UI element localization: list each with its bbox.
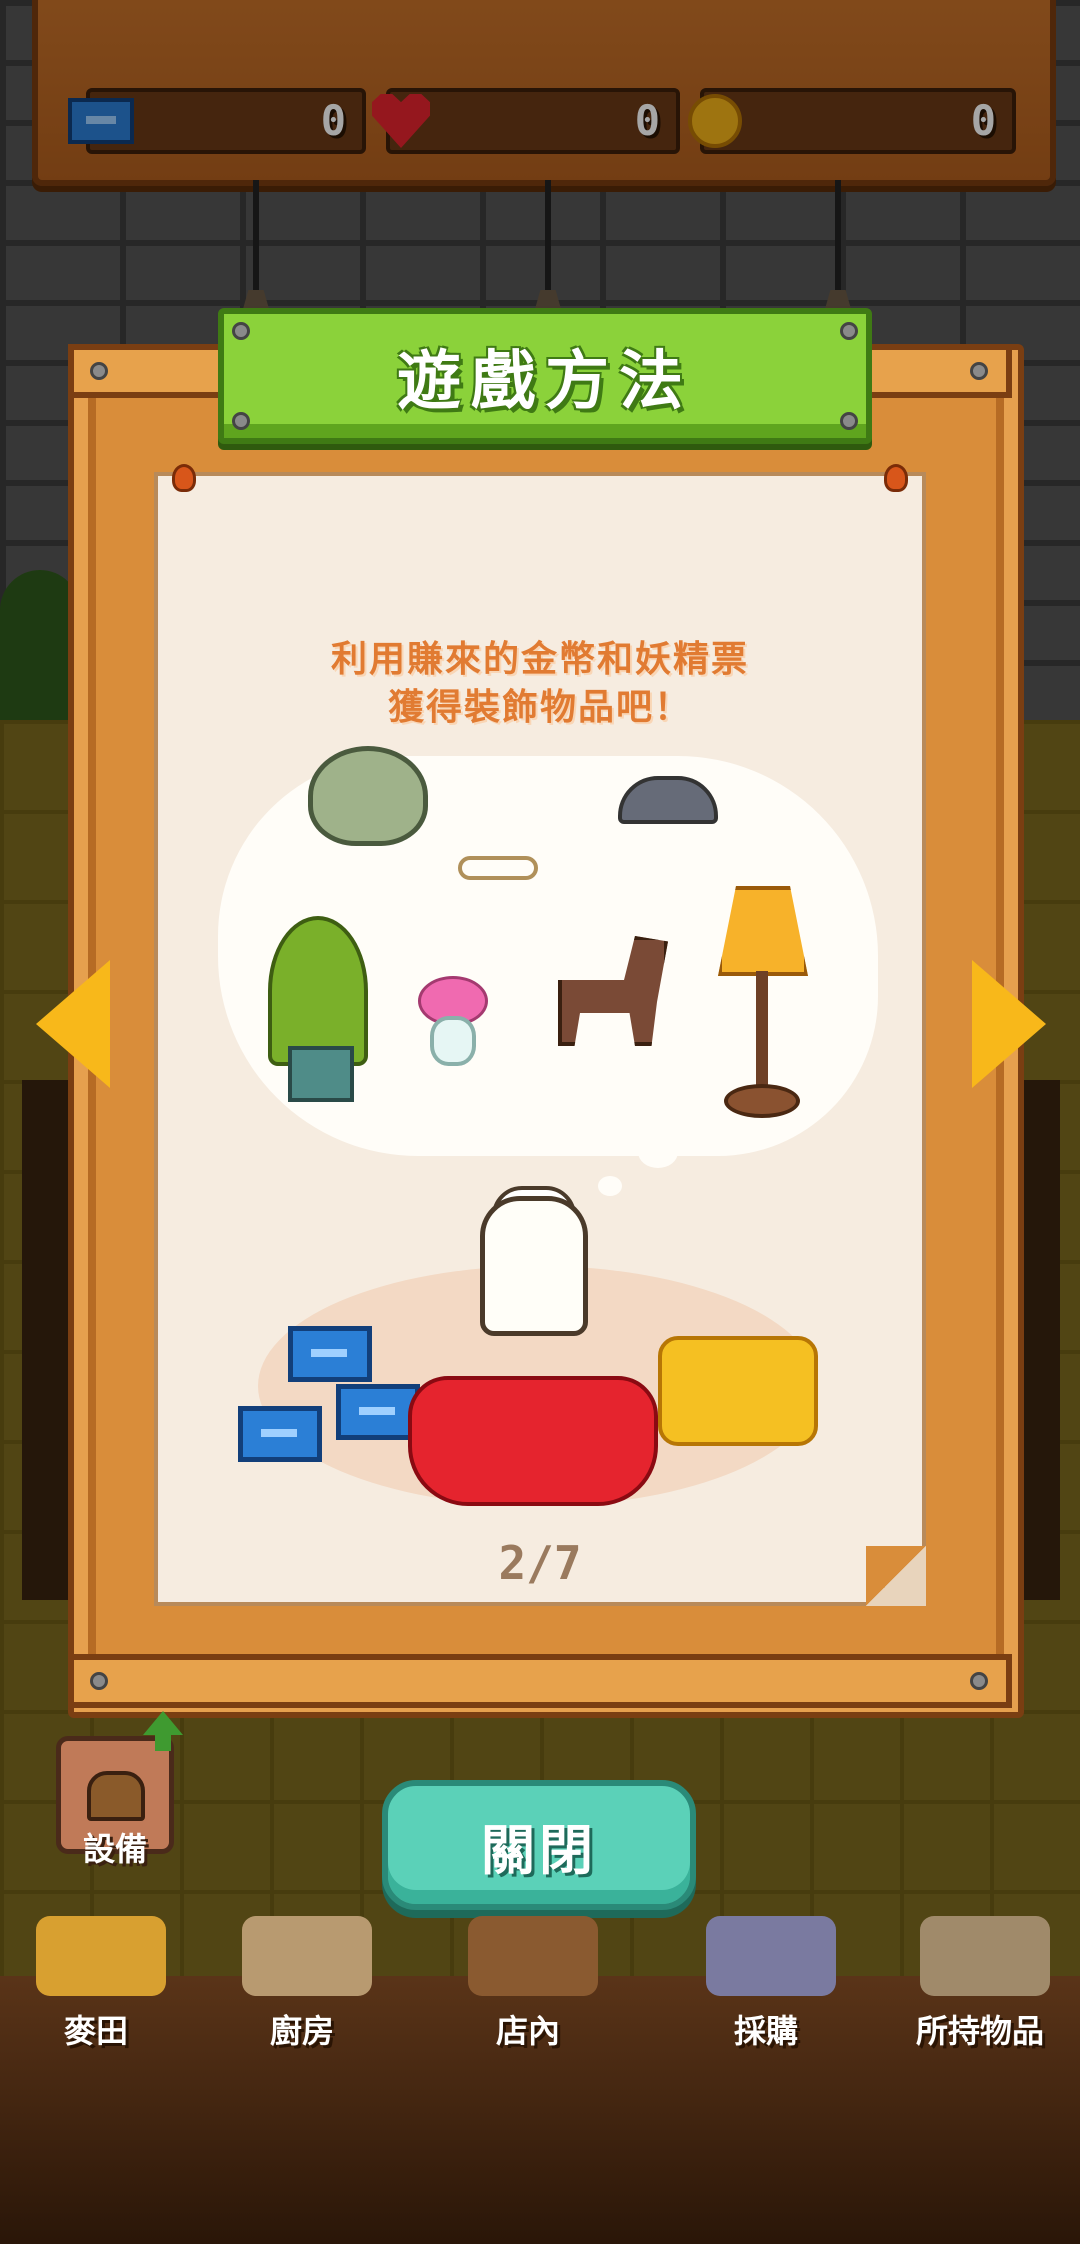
nav-item-purchase[interactable]: 採購 xyxy=(666,1916,866,2066)
vase-icon xyxy=(430,1016,476,1066)
potted-plant-icon xyxy=(268,916,368,1066)
glasses-icon xyxy=(458,856,538,880)
bottom-navigation: 麥田 廚房 店內 採購 所持物品 xyxy=(0,1916,1080,2244)
fairy-chef-character xyxy=(480,1196,588,1336)
floor-lamp-base xyxy=(724,1084,800,1118)
heart-pile-icon xyxy=(408,1376,658,1506)
floor-lamp-pole xyxy=(756,971,768,1091)
nav-item-wheat-field[interactable]: 麥田 xyxy=(0,1916,196,2066)
page-indicator: 2/7 xyxy=(498,1536,582,1590)
wheat-sack-icon xyxy=(36,1916,166,1996)
caption-line-1: 利用賺來的金幣和妖精票 xyxy=(330,639,749,680)
rivet-icon xyxy=(970,1672,988,1690)
nav-item-kitchen[interactable]: 廚房 xyxy=(202,1916,402,2066)
nav-label: 麥田 xyxy=(63,2012,128,2050)
fairy-ticket-icon xyxy=(238,1406,322,1462)
nav-item-store[interactable]: 店內 xyxy=(428,1916,628,2066)
fairy-ticket-icon xyxy=(288,1326,372,1382)
rivet-icon xyxy=(90,362,108,380)
tutorial-page: 利用賺來的金幣和妖精票 獲得裝飾物品吧！ 2/7 xyxy=(154,464,926,1606)
shop-shelf-icon xyxy=(706,1916,836,1996)
board-bottom-rail xyxy=(68,1654,1012,1708)
nav-label: 廚房 xyxy=(269,2012,334,2050)
thought-bubble-dot xyxy=(638,1136,678,1168)
oven-icon xyxy=(87,1771,145,1821)
nav-label: 採購 xyxy=(733,2012,798,2050)
coin-pile-icon xyxy=(658,1336,818,1446)
nav-label: 店內 xyxy=(495,2012,560,2050)
rivet-icon xyxy=(970,362,988,380)
plant-pot-icon xyxy=(288,1046,354,1102)
pushpin-icon xyxy=(172,464,196,492)
title-plate: 遊戲方法 xyxy=(218,308,872,444)
bread-basket-icon xyxy=(468,1916,598,1996)
tutorial-caption: 利用賺來的金幣和妖精票 獲得裝飾物品吧！ xyxy=(158,636,922,732)
pushpin-icon xyxy=(884,464,908,492)
rivet-icon xyxy=(840,412,858,430)
teapot-icon xyxy=(308,746,428,846)
rivet-icon xyxy=(232,412,250,430)
rivet-icon xyxy=(232,322,250,340)
caption-line-2: 獲得裝飾物品吧！ xyxy=(387,687,692,728)
page-corner-fold xyxy=(866,1546,926,1606)
close-button[interactable]: 關閉 xyxy=(382,1780,696,1910)
modal-title: 遊戲方法 xyxy=(397,345,693,419)
rivet-icon xyxy=(90,1672,108,1690)
equipment-label: 設備 xyxy=(82,1830,147,1868)
nav-label: 所持物品 xyxy=(915,2012,1044,2050)
box-icon xyxy=(920,1916,1050,1996)
nav-item-inventory[interactable]: 所持物品 xyxy=(880,1916,1080,2066)
mixing-bowl-icon xyxy=(242,1916,372,1996)
thought-bubble-dot xyxy=(598,1176,622,1196)
rivet-icon xyxy=(840,322,858,340)
close-button-label: 關閉 xyxy=(481,1818,597,1882)
